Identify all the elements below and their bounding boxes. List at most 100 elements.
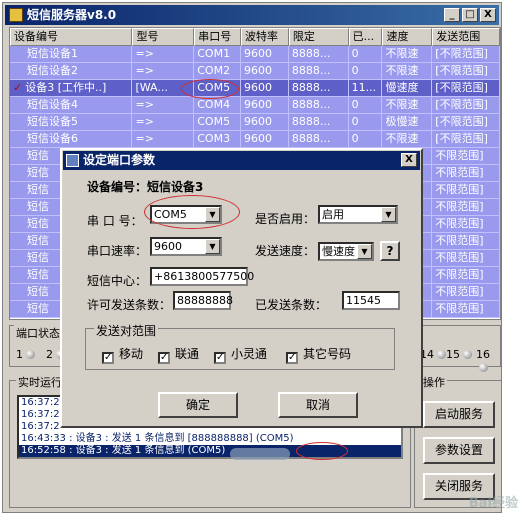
checkbox-other[interactable]: ✓ 其它号码 — [286, 345, 351, 364]
table-row[interactable]: 短信设备2 => COM2 9600 8888... 0 不限速 [不限范围] — [10, 63, 500, 80]
sent-count-label: 已发送条数： — [255, 298, 328, 312]
cell-text: 短信 — [27, 251, 49, 264]
checkbox-mobile[interactable]: ✓ 移动 — [102, 345, 143, 364]
ok-button[interactable]: 确定 — [158, 392, 238, 418]
cell-baud: 9600 — [241, 63, 289, 80]
cell-text: 8888... — [291, 98, 331, 111]
table-row[interactable]: 短信设备6 => COM3 9600 8888... 0 不限速 [不限范围] — [10, 131, 500, 148]
help-button[interactable]: ? — [380, 241, 400, 261]
enabled-label: 是否启用： — [255, 212, 316, 226]
table-row[interactable]: ✓ 设备3 [工作中..] [WA... COM5 9600 8888... 11... 慢速… — [10, 80, 500, 97]
dialog-title: 设定端口参数 — [83, 153, 156, 167]
cell-text: COM5 — [197, 115, 231, 128]
checkbox-unicom[interactable]: ✓ 联通 — [158, 345, 199, 364]
cell-range: 不限范围] — [432, 199, 500, 216]
title-bar[interactable]: 短信服务器v8.0 _ □ X — [5, 5, 499, 25]
chevron-down-icon[interactable]: ▼ — [381, 207, 396, 222]
col-sent[interactable]: 已... — [348, 28, 383, 46]
cell-text: COM2 — [197, 64, 231, 77]
cell-model: => — [132, 46, 195, 63]
cell-text: 8888... — [291, 115, 331, 128]
cell-sent: 0 — [348, 131, 383, 148]
cell-text: 0 — [351, 98, 359, 111]
cell-text: COM4 — [197, 98, 231, 111]
cell-device-id: 短信设备1 — [10, 46, 133, 63]
allowed-count-input[interactable]: 88888888 — [173, 291, 233, 310]
col-model[interactable]: 型号 — [132, 28, 195, 46]
sms-center-label: 短信中心： — [87, 274, 148, 288]
col-device-id[interactable]: 设备编号 — [10, 28, 133, 46]
app-icon — [9, 8, 23, 22]
checkbox-checked-icon[interactable]: ✓ — [214, 352, 226, 364]
cell-text: 不限范围] — [435, 251, 484, 264]
cell-text: 短信设备1 — [27, 47, 78, 60]
cell-text: 不限范围] — [435, 268, 484, 281]
cell-text: [不限范围] — [435, 132, 488, 145]
cell-device-id: 短信设备4 — [10, 97, 133, 114]
cell-sent: 11... — [348, 80, 383, 97]
sms-center-input[interactable]: +8613800577500 — [150, 267, 254, 286]
watermark-logo: Bai经验 — [468, 496, 518, 511]
settings-button[interactable]: 参数设置 — [423, 437, 495, 464]
cell-speed: 极慢速 — [382, 114, 433, 131]
cell-text: 9600 — [244, 132, 273, 145]
cell-text: 不限范围] — [435, 200, 484, 213]
cell-range: 不限范围] — [432, 148, 500, 165]
start-service-button[interactable]: 启动服务 — [423, 401, 495, 428]
maximize-button[interactable]: □ — [462, 8, 478, 22]
cell-text: [不限范围] — [435, 47, 488, 60]
cell-baud: 9600 — [241, 131, 289, 148]
led-icon — [437, 350, 446, 359]
cell-text: [不限范围] — [435, 98, 488, 111]
cell-text: 0 — [351, 64, 359, 77]
col-port[interactable]: 串口号 — [194, 28, 242, 46]
runtime-log-label: 实时运行 — [16, 374, 64, 390]
cell-text: 8888... — [291, 81, 331, 94]
checkbox-checked-icon[interactable]: ✓ — [102, 352, 114, 364]
cell-text: => — [135, 47, 154, 60]
col-limit[interactable]: 限定 — [288, 28, 349, 46]
cell-text: 短信 — [27, 200, 49, 213]
cell-range: [不限范围] — [432, 97, 500, 114]
table-row[interactable]: 短信设备5 => COM5 9600 8888... 0 极慢速 [不限范围] — [10, 114, 500, 131]
log-line[interactable]: 16:43:33 : 设备3 : 发送 1 条信息到 [888888888] (… — [19, 433, 401, 445]
cell-text: COM1 — [197, 47, 231, 60]
enabled-select[interactable]: 启用 ▼ — [318, 205, 398, 224]
cancel-button[interactable]: 取消 — [278, 392, 358, 418]
cell-sent: 0 — [348, 114, 383, 131]
cell-sent: 0 — [348, 63, 383, 80]
table-row[interactable]: 短信设备1 => COM1 9600 8888... 0 不限速 [不限范围] — [10, 46, 500, 63]
redacted-number — [230, 448, 290, 460]
allowed-count-label: 许可发送条数： — [87, 298, 172, 312]
cell-text: 短信 — [27, 234, 49, 247]
highlight-oval-grid — [181, 79, 239, 99]
cell-speed: 不限速 — [382, 131, 433, 148]
cell-text: 短信 — [27, 149, 49, 162]
cell-text: 不限范围] — [435, 217, 484, 230]
speed-select[interactable]: 慢速度 ▼ — [318, 242, 374, 261]
cell-speed: 慢速度 — [382, 80, 433, 97]
cell-range: [不限范围] — [432, 131, 500, 148]
checkbox-checked-icon[interactable]: ✓ — [286, 352, 298, 364]
sent-count-input[interactable]: 11545 — [342, 291, 400, 310]
cell-limit: 8888... — [288, 97, 349, 114]
baud-select[interactable]: 9600 ▼ — [150, 237, 222, 256]
port-led-14: 14 — [420, 348, 446, 361]
cell-text: 短信设备2 — [27, 64, 78, 77]
col-range[interactable]: 发送范围 — [432, 28, 500, 46]
col-speed[interactable]: 速度 — [382, 28, 433, 46]
dialog-close-icon[interactable]: X — [401, 153, 417, 167]
close-button[interactable]: X — [480, 8, 496, 22]
table-row[interactable]: 短信设备4 => COM4 9600 8888... 0 不限速 [不限范围] — [10, 97, 500, 114]
minimize-button[interactable]: _ — [444, 8, 460, 22]
chevron-down-icon[interactable]: ▼ — [205, 239, 220, 254]
cell-port: COM3 — [194, 131, 242, 148]
cell-range: 不限范围] — [432, 301, 500, 318]
checkbox-checked-icon[interactable]: ✓ — [158, 352, 170, 364]
checkbox-phs[interactable]: ✓ 小灵通 — [214, 345, 267, 364]
port-led-16: 16 — [476, 348, 500, 374]
dialog-title-bar[interactable]: 设定端口参数 X — [63, 151, 420, 170]
chevron-down-icon[interactable]: ▼ — [357, 244, 372, 259]
col-baud[interactable]: 波特率 — [241, 28, 289, 46]
led-icon — [26, 350, 35, 359]
